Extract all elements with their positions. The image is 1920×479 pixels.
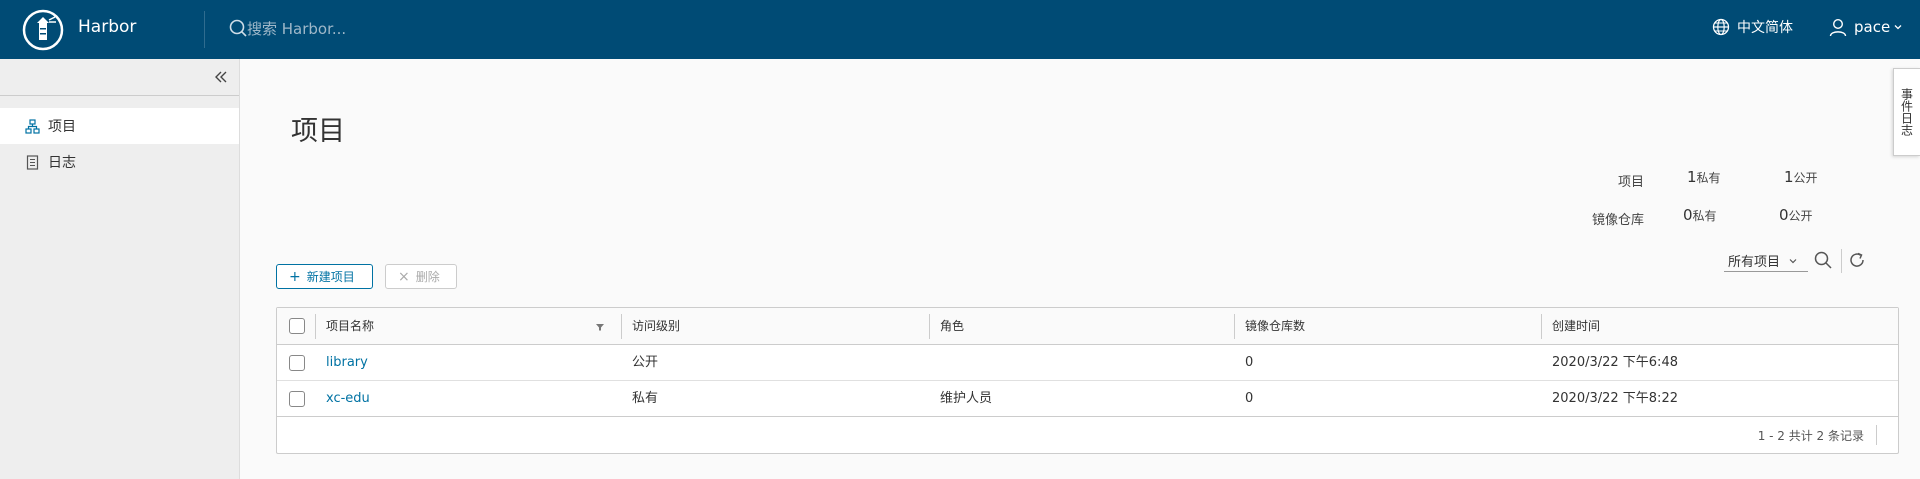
close-icon: × bbox=[398, 268, 410, 285]
column-header-name[interactable]: 项目名称 bbox=[316, 308, 621, 345]
select-all-checkbox[interactable] bbox=[289, 318, 305, 334]
project-name-link[interactable]: xc-edu bbox=[316, 381, 370, 417]
user-menu[interactable]: pace bbox=[1828, 17, 1903, 37]
user-icon bbox=[1829, 18, 1847, 37]
sidebar-item-logs[interactable]: 日志 bbox=[0, 144, 239, 180]
app-title[interactable]: Harbor bbox=[78, 17, 136, 37]
created-time-cell: 2020/3/22 下午6:48 bbox=[1552, 355, 1678, 370]
role-cell bbox=[930, 345, 940, 381]
stats-repos-label: 镜像仓库 bbox=[1591, 213, 1644, 228]
plus-icon: + bbox=[289, 268, 301, 285]
toolbar-divider bbox=[1841, 249, 1842, 273]
event-log-tab[interactable]: 事件日志 bbox=[1893, 68, 1920, 156]
access-level-cell: 公开 bbox=[632, 355, 659, 370]
projects-table: 项目名称 访问级别 角色 镜像仓库数 创建时间 library 公开 0 202… bbox=[276, 307, 1899, 454]
sidebar: 项目 日志 bbox=[0, 59, 240, 479]
projects-public-count: 1公开 bbox=[1784, 168, 1818, 186]
pagination-summary: 1 - 2 共计 2 条记录 bbox=[1757, 429, 1864, 443]
sidebar-item-label: 项目 bbox=[48, 119, 76, 135]
sidebar-item-label: 日志 bbox=[48, 155, 76, 171]
role-cell: 维护人员 bbox=[940, 391, 993, 406]
access-level-cell: 私有 bbox=[632, 391, 659, 406]
row-checkbox[interactable] bbox=[289, 355, 305, 371]
footer-divider bbox=[1876, 425, 1877, 445]
repo-count-cell: 0 bbox=[1245, 391, 1254, 406]
logs-icon bbox=[26, 154, 39, 170]
refresh-icon[interactable] bbox=[1847, 250, 1867, 270]
header-divider bbox=[204, 11, 205, 48]
username-label: pace bbox=[1854, 18, 1891, 36]
double-chevron-left-icon[interactable] bbox=[213, 69, 229, 85]
new-project-button[interactable]: + 新建项目 bbox=[276, 264, 373, 289]
stats-projects-label: 项目 bbox=[1617, 175, 1644, 190]
language-selector[interactable]: 中文简体 bbox=[1712, 17, 1793, 37]
global-search-input[interactable] bbox=[247, 16, 567, 42]
delete-label: 删除 bbox=[415, 270, 440, 284]
project-filter-select[interactable]: 所有项目 bbox=[1724, 250, 1808, 272]
top-header: Harbor 中文简体 pace bbox=[0, 0, 1920, 59]
repos-public-count: 0公开 bbox=[1779, 206, 1813, 224]
globe-icon bbox=[1712, 18, 1730, 36]
delete-button[interactable]: × 删除 bbox=[385, 264, 457, 289]
sidebar-item-projects[interactable]: 项目 bbox=[0, 108, 239, 144]
row-checkbox[interactable] bbox=[289, 391, 305, 407]
search-icon[interactable] bbox=[1813, 250, 1833, 270]
repo-count-cell: 0 bbox=[1245, 355, 1254, 370]
sidebar-collapse-row bbox=[0, 59, 239, 96]
language-label: 中文简体 bbox=[1737, 20, 1793, 36]
column-header-created[interactable]: 创建时间 bbox=[1542, 308, 1892, 345]
search-icon bbox=[229, 19, 247, 37]
table-row: library 公开 0 2020/3/22 下午6:48 bbox=[277, 345, 1898, 381]
repos-private-count: 0私有 bbox=[1683, 206, 1717, 224]
filter-select-value: 所有项目 bbox=[1728, 255, 1781, 270]
chevron-down-icon bbox=[1789, 258, 1797, 263]
filter-icon[interactable] bbox=[595, 322, 605, 332]
harbor-logo-icon[interactable] bbox=[22, 9, 64, 51]
project-name-link[interactable]: library bbox=[316, 345, 368, 381]
column-header-repos[interactable]: 镜像仓库数 bbox=[1235, 308, 1541, 345]
projects-icon bbox=[25, 118, 40, 134]
column-header-role[interactable]: 角色 bbox=[930, 308, 1234, 345]
new-project-label: 新建项目 bbox=[306, 270, 355, 284]
chevron-down-icon bbox=[1894, 25, 1902, 30]
table-header: 项目名称 访问级别 角色 镜像仓库数 创建时间 bbox=[277, 308, 1898, 345]
table-row: xc-edu 私有 维护人员 0 2020/3/22 下午8:22 bbox=[277, 381, 1898, 417]
created-time-cell: 2020/3/22 下午8:22 bbox=[1552, 391, 1678, 406]
projects-private-count: 1私有 bbox=[1687, 168, 1721, 186]
page-title: 项目 bbox=[291, 116, 345, 147]
column-header-access[interactable]: 访问级别 bbox=[622, 308, 928, 345]
